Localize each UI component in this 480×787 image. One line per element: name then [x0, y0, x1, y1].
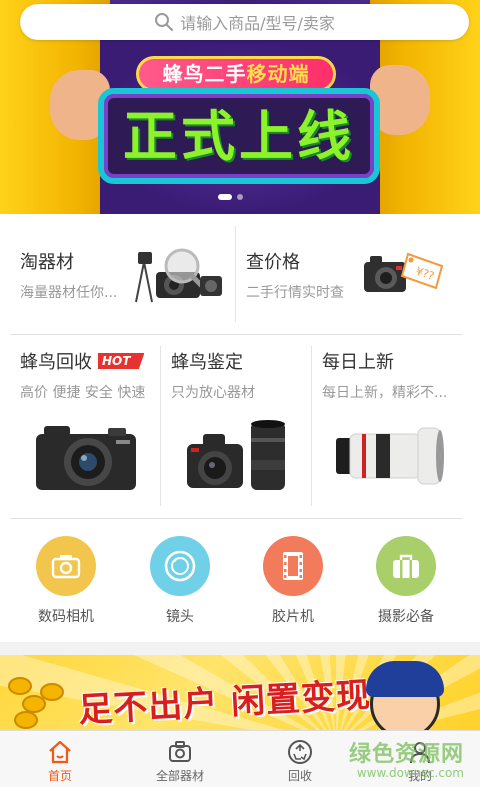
quick-card-browse[interactable]: 淘器材 海量器材任你... — [10, 214, 236, 334]
search-icon — [155, 13, 174, 31]
watermark-sub: www.downcc.com — [356, 766, 464, 780]
category-grid: 数码相机 镜头 胶片机 摄影必备 — [0, 518, 480, 642]
nav-label: 全部器材 — [155, 769, 204, 783]
featured-subtitle: 只为放心器材 — [171, 385, 255, 401]
banner-dot-2[interactable] — [237, 194, 243, 200]
watermark-main: 绿色资源网 — [348, 742, 464, 767]
nav-all-equipment[interactable]: 全部器材 — [120, 731, 240, 787]
equipment-icon — [169, 741, 191, 762]
category-icon-circle — [376, 536, 436, 596]
telephoto-lens-icon — [336, 427, 444, 485]
search-bar[interactable]: 请输入商品/型号/卖家 — [20, 4, 469, 40]
camera-gear-icon — [135, 248, 222, 303]
compact-camera-icon — [36, 426, 136, 490]
quick-links: 淘器材 海量器材任你... 查价格 二手行情实时查 ¥?? — [0, 214, 480, 334]
banner-pill: 蜂鸟二手移动端 — [136, 56, 336, 92]
banner-dot-1[interactable] — [218, 194, 232, 200]
banner-pagination — [218, 194, 243, 200]
category-label: 胶片机 — [272, 609, 314, 625]
hot-badge: HOT — [98, 353, 145, 369]
lens-icon — [164, 550, 196, 582]
category-label: 镜头 — [166, 609, 194, 625]
search-placeholder: 请输入商品/型号/卖家 — [180, 14, 335, 33]
bag-icon — [393, 554, 419, 578]
category-icon-circle — [263, 536, 323, 596]
watermark: 绿色资源网 www.downcc.com — [349, 736, 464, 780]
featured-title-text: 蜂鸟回收 — [20, 352, 92, 373]
cartoon-mascot-hair — [366, 661, 444, 697]
category-label: 数码相机 — [38, 609, 94, 625]
banner-headline: 正式上线 — [123, 105, 355, 168]
featured-recycle[interactable]: 蜂鸟回收 HOT 高价 便捷 安全 快速 — [10, 334, 160, 518]
nav-recycle[interactable]: 回收 — [240, 731, 360, 787]
featured-title: 蜂鸟鉴定 — [171, 352, 243, 373]
quick-card-title: 查价格 — [246, 252, 300, 273]
banner-sign: 正式上线 — [98, 88, 380, 184]
banner-pill-left: 蜂鸟二手 — [162, 62, 247, 86]
quick-card-title: 淘器材 — [20, 252, 74, 273]
featured-new-arrivals[interactable]: 每日上新 每日上新，精彩不... — [312, 334, 472, 518]
featured-services: 蜂鸟回收 HOT 高价 便捷 安全 快速 蜂鸟鉴定 只为放心器材 每日上新 每日… — [0, 334, 480, 518]
film-icon — [283, 552, 303, 580]
quick-card-subtitle: 海量器材任你... — [20, 285, 118, 301]
dslr-with-lens-icon — [187, 420, 285, 490]
category-icon-circle — [36, 536, 96, 596]
quick-card-subtitle: 二手行情实时查 — [246, 285, 344, 301]
category-lens[interactable]: 镜头 — [130, 536, 230, 636]
nav-label: 回收 — [287, 769, 312, 783]
quick-card-price[interactable]: 查价格 二手行情实时查 ¥?? — [236, 214, 462, 334]
featured-appraisal[interactable]: 蜂鸟鉴定 只为放心器材 — [161, 334, 311, 518]
category-essentials[interactable]: 摄影必备 — [356, 536, 456, 636]
promo-banner[interactable]: 足不出户 闲置变现 — [0, 655, 480, 730]
featured-subtitle: 每日上新，精彩不... — [322, 385, 448, 401]
featured-subtitle: 高价 便捷 安全 快速 — [20, 385, 146, 401]
price-tag-camera-icon: ¥?? — [364, 252, 444, 292]
home-icon — [49, 740, 71, 764]
coin-icon — [40, 683, 64, 701]
recycle-icon — [288, 740, 312, 764]
featured-title: 每日上新 — [322, 352, 394, 373]
category-digital-camera[interactable]: 数码相机 — [16, 536, 116, 636]
camera-icon — [51, 555, 81, 579]
category-film-camera[interactable]: 胶片机 — [243, 536, 343, 636]
nav-label: 首页 — [47, 769, 72, 783]
banner-pill-right: 移动端 — [246, 62, 310, 86]
featured-title: 蜂鸟回收 HOT — [20, 348, 145, 374]
section-divider — [10, 518, 463, 519]
category-label: 摄影必备 — [378, 609, 434, 625]
coin-icon — [14, 711, 38, 729]
coin-icon — [8, 677, 32, 695]
category-icon-circle — [150, 536, 210, 596]
nav-home[interactable]: 首页 — [0, 731, 120, 787]
